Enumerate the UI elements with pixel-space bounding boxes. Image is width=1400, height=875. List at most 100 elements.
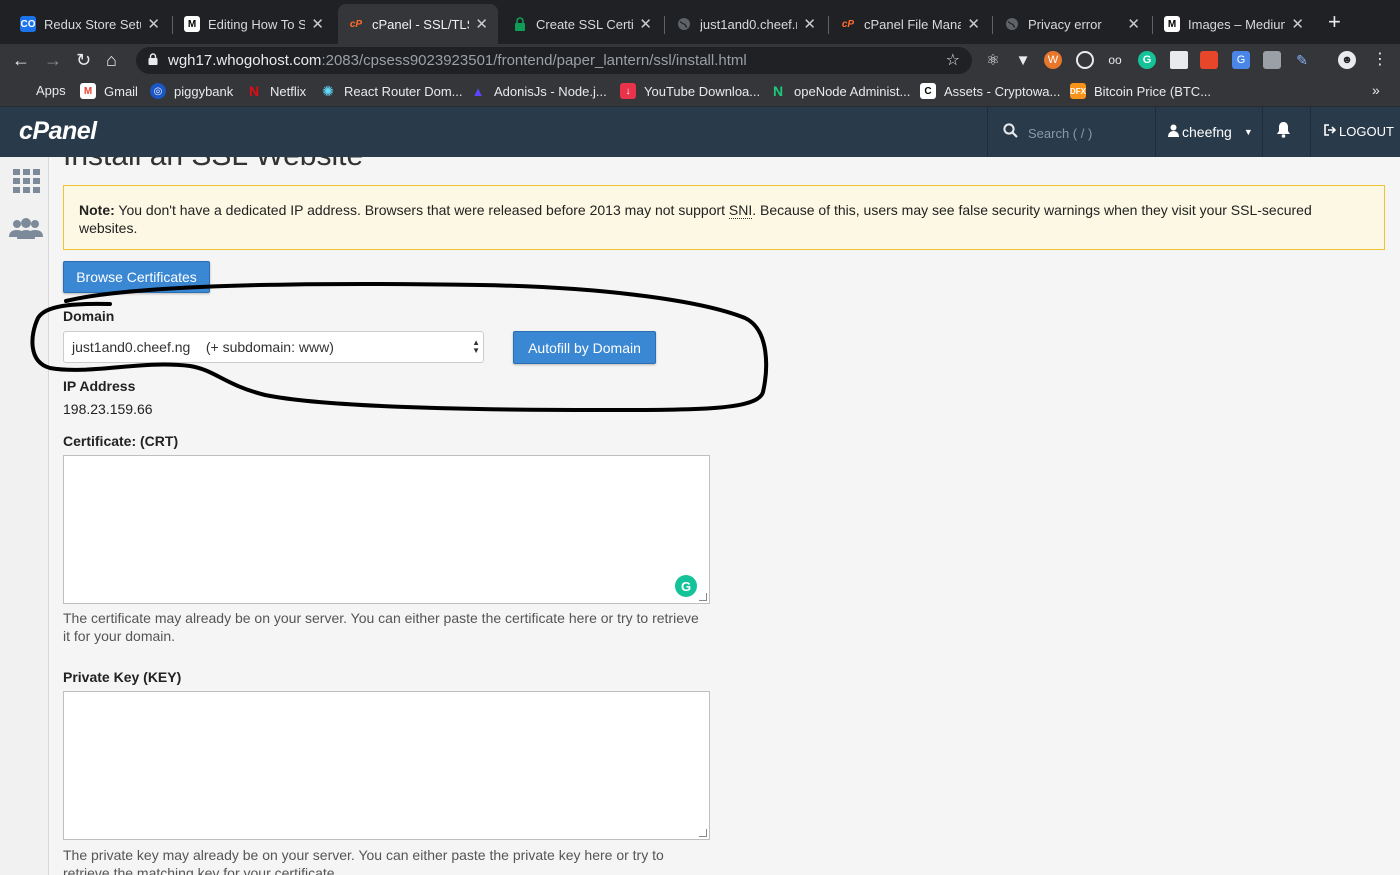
camera-icon[interactable]: [1263, 51, 1281, 69]
url-path: :2083/cpsess9023923501/frontend/paper_la…: [321, 52, 747, 69]
bookmark-label: Assets - Cryptowa...: [944, 83, 1061, 99]
page-title: Install an SSL Website: [63, 157, 363, 173]
address-bar[interactable]: wgh17.whogohost.com:2083/cpsess902392350…: [136, 47, 972, 74]
tab-cpanel-file-manager[interactable]: cP cPanel File Manag ✕: [830, 8, 990, 40]
tab-just1and0-cheef[interactable]: just1and0.cheef.n ✕: [666, 8, 826, 40]
private-key-label: Private Key (KEY): [63, 669, 182, 685]
home-icon[interactable]: ⌂: [106, 48, 117, 72]
tab-privacy-error[interactable]: Privacy error ✕: [994, 8, 1150, 40]
bookmark-adonisjs[interactable]: ▲ AdonisJs - Node.j...: [470, 83, 607, 99]
google-translate-icon[interactable]: G: [1232, 51, 1250, 69]
logout-button[interactable]: LOGOUT: [1324, 124, 1394, 139]
codesandbox-icon: CO: [20, 16, 36, 32]
bookmark-label: piggybank: [174, 83, 234, 99]
resize-handle-icon[interactable]: [699, 829, 707, 837]
wappalyzer-icon[interactable]: W: [1044, 51, 1062, 69]
private-key-textarea[interactable]: [63, 691, 710, 840]
header-divider: [1262, 107, 1263, 157]
tab-create-ssl-certificate[interactable]: Create SSL Certifi ✕: [502, 8, 662, 40]
bookmark-netflix[interactable]: N Netflix: [246, 83, 306, 99]
glasses-icon[interactable]: oo: [1106, 51, 1124, 69]
close-icon[interactable]: ✕: [1291, 15, 1304, 33]
logout-icon: [1324, 124, 1337, 139]
reload-icon[interactable]: ↻: [76, 48, 91, 72]
search-placeholder: Search ( / ): [1028, 125, 1093, 141]
notifications-bell-icon[interactable]: [1276, 121, 1291, 143]
bookmark-apps[interactable]: Apps: [14, 83, 66, 98]
cryptowat-icon: C: [920, 83, 936, 99]
bookmark-star-icon[interactable]: ☆: [946, 50, 960, 70]
lighthouse-icon[interactable]: [1200, 51, 1218, 69]
tab-title: Redux Store Setup: [44, 16, 141, 32]
user-icon: [1168, 124, 1179, 140]
react-icon: ✺: [322, 82, 334, 99]
browse-certificates-button[interactable]: Browse Certificates: [63, 261, 210, 293]
bookmark-bitcoin-price[interactable]: DFX Bitcoin Price (BTC...: [1070, 83, 1211, 99]
close-icon[interactable]: ✕: [639, 15, 652, 33]
close-icon[interactable]: ✕: [475, 15, 488, 33]
bookmark-cryptowatch[interactable]: C Assets - Cryptowa...: [920, 83, 1060, 99]
lock-icon: [148, 53, 158, 68]
pen-icon[interactable]: ✎: [1293, 51, 1311, 69]
note-text: You don't have a dedicated IP address. B…: [114, 202, 729, 218]
bookmarks-overflow-icon[interactable]: »: [1372, 82, 1380, 98]
avatar[interactable]: ☻: [1338, 51, 1356, 69]
cpanel-icon: cP: [841, 18, 855, 30]
resize-handle-icon[interactable]: [699, 593, 707, 601]
tab-divider: [828, 16, 829, 34]
user-menu[interactable]: cheefng ▼: [1168, 124, 1253, 140]
bookmark-gmail[interactable]: M Gmail: [80, 83, 138, 99]
tab-title: Privacy error: [1028, 16, 1102, 32]
tab-redux-store-setup[interactable]: CO Redux Store Setup ✕: [10, 8, 170, 40]
bookmark-label: React Router Dom...: [344, 83, 463, 99]
close-icon[interactable]: ✕: [803, 15, 816, 33]
bookmark-piggybank[interactable]: ◎ piggybank: [150, 83, 233, 99]
back-icon[interactable]: ←: [12, 48, 30, 72]
grammarly-icon[interactable]: G: [1138, 51, 1156, 69]
close-icon[interactable]: ✕: [967, 15, 980, 33]
opennode-icon: N: [772, 83, 784, 99]
certificate-help-text: The certificate may already be on your s…: [63, 610, 699, 644]
close-icon[interactable]: ✕: [311, 15, 324, 33]
adonis-icon: ▲: [471, 83, 485, 99]
ip-address-label: IP Address: [63, 378, 136, 394]
react-devtools-icon[interactable]: ⚛: [984, 51, 1002, 69]
tab-title: Create SSL Certifi: [536, 16, 634, 32]
header-divider: [1310, 107, 1311, 157]
tab-cpanel-ssl-tls[interactable]: cP cPanel - SSL/TLS ✕: [338, 4, 498, 44]
select-arrows-icon: ▲ ▼: [472, 338, 480, 355]
target-icon[interactable]: [1076, 51, 1094, 69]
menu-icon[interactable]: ⋮: [1372, 48, 1388, 72]
bookmark-label: YouTube Downloa...: [644, 83, 761, 99]
bookmark-youtube-downloader[interactable]: ↓ YouTube Downloa...: [620, 83, 760, 99]
note-alert: Note: You don't have a dedicated IP addr…: [63, 185, 1385, 250]
note-label: Note:: [79, 202, 115, 218]
new-tab-button[interactable]: +: [1328, 10, 1341, 34]
cpanel-sidebar: [0, 157, 49, 875]
tab-images-medium[interactable]: M Images – Medium ✕: [1154, 8, 1314, 40]
tab-editing-how-to[interactable]: M Editing How To Se ✕: [174, 8, 334, 40]
header-divider: [1155, 107, 1156, 157]
users-icon[interactable]: [9, 217, 43, 241]
autofill-by-domain-button[interactable]: Autofill by Domain: [513, 331, 656, 364]
vue-devtools-icon[interactable]: ▼: [1014, 51, 1032, 69]
qr-code-icon[interactable]: [1170, 51, 1188, 69]
medium-icon: M: [1164, 16, 1180, 32]
bookmark-react-router[interactable]: ✺ React Router Dom...: [320, 82, 463, 99]
gmail-icon: M: [80, 83, 96, 99]
certificate-textarea[interactable]: [63, 455, 710, 604]
tab-divider: [664, 16, 665, 34]
grammarly-icon[interactable]: G: [675, 575, 697, 597]
forward-icon[interactable]: →: [44, 48, 62, 72]
bookmark-opennode[interactable]: N opeNode Administ...: [770, 83, 910, 99]
close-icon[interactable]: ✕: [147, 15, 160, 33]
ip-address-value: 198.23.159.66: [63, 401, 153, 417]
cpanel-logo[interactable]: cPanel: [19, 117, 97, 146]
piggybank-icon: ◎: [150, 83, 166, 99]
domain-select[interactable]: just1and0.cheef.ng (+ subdomain: www) ▲ ▼: [63, 331, 484, 363]
home-grid-icon[interactable]: [13, 169, 40, 193]
bookmarks-bar: Apps M Gmail ◎ piggybank N Netflix ✺ Rea…: [0, 77, 1400, 107]
close-icon[interactable]: ✕: [1127, 15, 1140, 33]
tab-title: Editing How To Se: [208, 16, 306, 32]
search-input[interactable]: Search ( / ): [1003, 123, 1092, 143]
